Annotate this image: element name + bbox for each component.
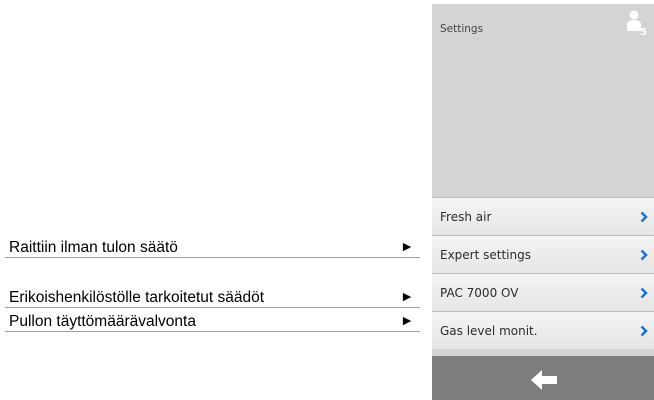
pointer-arrow-icon: ► xyxy=(400,238,414,254)
settings-menu: Fresh air Expert settings PAC 7000 OV Ga… xyxy=(432,197,654,349)
annotation-gas-level: Pullon täyttömäärävalvonta ► xyxy=(5,312,420,332)
chevron-right-icon xyxy=(640,249,648,261)
annotation-fresh-air: Raittiin ilman tulon säätö ► xyxy=(5,238,420,258)
annotation-label: Raittiin ilman tulon säätö xyxy=(9,239,178,256)
menu-item-expert-settings[interactable]: Expert settings xyxy=(432,235,654,273)
annotation-label: Pullon täyttömäärävalvonta xyxy=(9,313,196,330)
menu-item-label: PAC 7000 OV xyxy=(440,286,519,300)
bottom-nav-bar xyxy=(432,356,654,400)
menu-item-label: Gas level monit. xyxy=(440,324,538,338)
annotation-label: Erikoishenkilöstölle tarkoitetut säädöt xyxy=(9,289,265,306)
pointer-arrow-icon: ► xyxy=(400,312,414,328)
menu-item-label: Expert settings xyxy=(440,248,531,262)
back-arrow-icon[interactable] xyxy=(530,369,558,391)
chevron-right-icon xyxy=(640,211,648,223)
menu-item-fresh-air[interactable]: Fresh air xyxy=(432,197,654,235)
menu-item-gas-level-monit[interactable]: Gas level monit. xyxy=(432,311,654,349)
person-icon: 5 xyxy=(627,10,647,37)
pointer-arrow-icon: ► xyxy=(400,288,414,304)
user-level-label: 5 xyxy=(640,27,647,37)
annotation-expert-settings: Erikoishenkilöstölle tarkoitetut säädöt … xyxy=(5,288,420,308)
screen-title: Settings xyxy=(440,23,484,35)
menu-item-pac-7000-ov[interactable]: PAC 7000 OV xyxy=(432,273,654,311)
chevron-right-icon xyxy=(640,325,648,337)
chevron-right-icon xyxy=(640,287,648,299)
menu-item-label: Fresh air xyxy=(440,210,492,224)
device-screen: Settings 5 Fresh air Expert settings PAC… xyxy=(432,4,654,400)
